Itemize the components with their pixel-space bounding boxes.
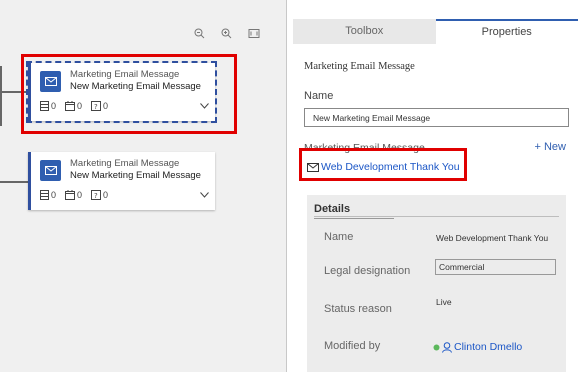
- stat-schedule: 0: [65, 190, 82, 200]
- stat-questions: ? 0: [91, 190, 108, 200]
- stat-messages: 0: [40, 190, 56, 200]
- status-reason-label: Status reason: [324, 303, 392, 315]
- connector-line: [0, 66, 2, 126]
- stat-value: 0: [103, 190, 109, 200]
- new-button[interactable]: + New: [535, 141, 567, 153]
- modified-by-user[interactable]: Clinton Dmello: [433, 341, 522, 353]
- designer-canvas[interactable]: Marketing Email Message New Marketing Em…: [0, 0, 287, 372]
- modified-by-name[interactable]: Clinton Dmello: [454, 341, 522, 353]
- name-field[interactable]: New Marketing Email Message: [304, 108, 569, 127]
- tab-toolbox[interactable]: Toolbox: [293, 19, 436, 44]
- user-icon: [442, 341, 452, 353]
- zoom-toolbar: [194, 28, 260, 42]
- highlight-selected-tile: [21, 54, 237, 134]
- tile-stats: 0 0 ? 0: [40, 190, 108, 200]
- tab-properties[interactable]: Properties: [435, 19, 578, 44]
- panel-tabs: Toolbox Properties: [293, 19, 578, 44]
- highlight-lookup: [299, 148, 467, 181]
- calendar-icon: [65, 190, 76, 200]
- chevron-down-icon[interactable]: [200, 190, 209, 201]
- tile-name-label: New Marketing Email Message: [70, 170, 201, 181]
- details-title: Details: [314, 203, 394, 219]
- zoom-out-icon[interactable]: [194, 28, 205, 42]
- stat-value: 0: [51, 190, 57, 200]
- details-name-label: Name: [324, 231, 354, 243]
- stat-value: 0: [77, 190, 83, 200]
- legal-designation-label: Legal designation: [324, 265, 411, 277]
- details-name-value: Web Development Thank You: [436, 233, 549, 243]
- name-label: Name: [304, 90, 334, 102]
- email-tile[interactable]: Marketing Email Message New Marketing Em…: [28, 152, 215, 210]
- section-title: Marketing Email Message: [304, 61, 415, 72]
- properties-panel: Toolbox Properties Marketing Email Messa…: [288, 0, 578, 372]
- connector-line: [0, 181, 28, 183]
- details-section: Details Name Web Development Thank You L…: [307, 195, 566, 372]
- legal-designation-field[interactable]: Commercial: [435, 259, 556, 275]
- question-icon: ?: [91, 190, 102, 200]
- status-reason-value: Live: [436, 297, 452, 307]
- message-count-icon: [40, 190, 49, 200]
- fit-to-screen-icon[interactable]: [248, 28, 260, 42]
- presence-dot-icon: [433, 344, 440, 350]
- tile-type-label: Marketing Email Message: [70, 158, 180, 169]
- modified-by-label: Modified by: [324, 340, 381, 352]
- envelope-icon: [40, 160, 61, 181]
- zoom-in-icon[interactable]: [221, 28, 232, 42]
- svg-text:?: ?: [94, 192, 98, 200]
